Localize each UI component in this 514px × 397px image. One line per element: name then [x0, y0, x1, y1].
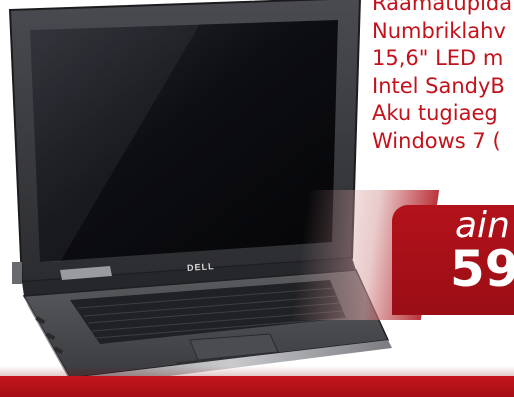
spec-line: Intel SandyB: [372, 73, 505, 98]
spec-line: Numbriklahv: [372, 18, 506, 43]
price-value: 59: [450, 240, 514, 298]
spec-line: Aku tugiaeg: [372, 101, 498, 125]
spec-line: Raamatupida: [372, 0, 513, 15]
laptop-brand-logo: DELL: [186, 261, 215, 273]
spec-line: 15,6" LED m: [372, 46, 504, 70]
spec-list: Raamatupida Numbriklahv 15,6" LED m Inte…: [372, 0, 514, 155]
bottom-band: [0, 376, 514, 397]
product-banner: DELL Raamatupida Numbriklahv 15,6" LED m…: [0, 0, 514, 397]
spec-line: Windows 7 (: [372, 128, 501, 153]
